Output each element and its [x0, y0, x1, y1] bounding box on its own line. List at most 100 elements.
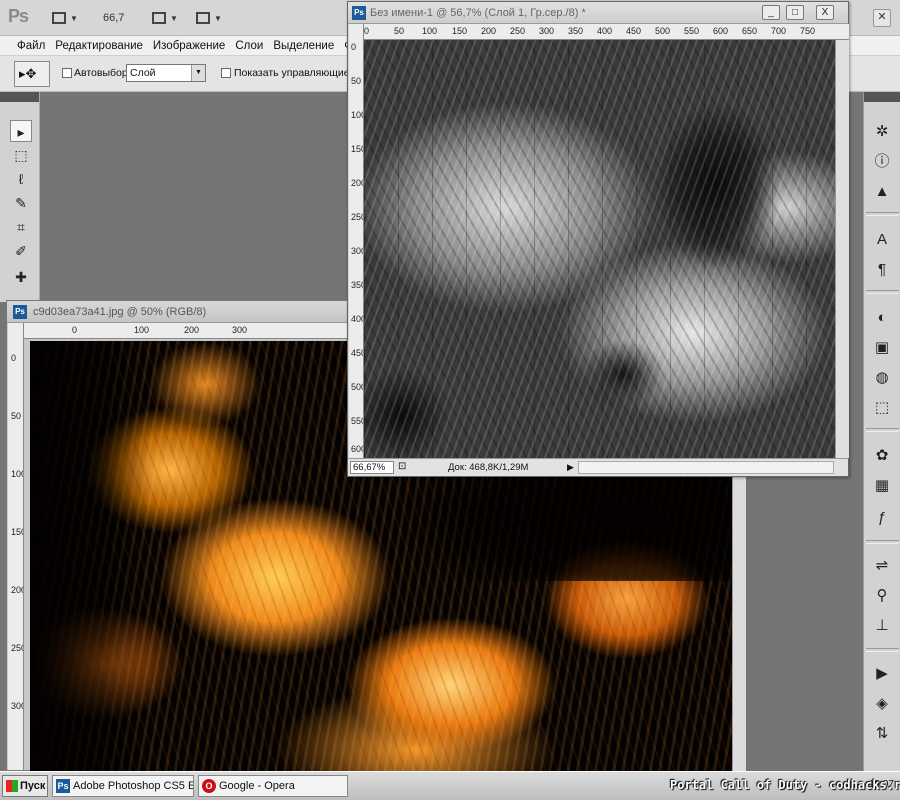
ruler-tick: 150: [452, 26, 468, 36]
smoke-document-titlebar[interactable]: Ps Без имени-1 @ 56,7% (Слой 1, Гр.сер./…: [348, 2, 848, 24]
taskbar-item-label: Google - Opera: [219, 780, 295, 792]
ruler-tick: 0: [72, 325, 78, 335]
ruler-tick: 0: [11, 353, 17, 363]
chevron-down-icon: ▼: [170, 13, 178, 23]
arrange-documents-button[interactable]: ▼: [152, 9, 178, 27]
photoshop-logo: Ps: [8, 6, 29, 26]
start-button[interactable]: Пуск: [2, 775, 48, 797]
ruler-tick: 100: [351, 110, 363, 120]
zoom-level[interactable]: 66,7: [103, 12, 124, 24]
vertical-scrollbar[interactable]: [835, 40, 849, 458]
info-icon[interactable]: ⊡: [398, 461, 406, 472]
opera-icon: O: [202, 779, 216, 793]
ruler-tick: 300: [351, 246, 363, 256]
move-tool[interactable]: ▸: [10, 120, 32, 142]
bridge-button[interactable]: ▼: [52, 9, 78, 27]
layer-styles-icon[interactable]: ƒ: [870, 506, 894, 530]
ruler-tick: 300: [539, 26, 555, 36]
crop-tool[interactable]: ⌗: [10, 216, 32, 238]
smoke-document-window[interactable]: Ps Без имени-1 @ 56,7% (Слой 1, Гр.сер./…: [347, 1, 849, 477]
ruler-tick: 250: [510, 26, 526, 36]
healing-brush-tool[interactable]: ✚: [10, 266, 32, 288]
ruler-tick: 450: [351, 348, 363, 358]
ruler-tick: 200: [351, 178, 363, 188]
tool-preset-picker[interactable]: ▸✥: [14, 61, 50, 87]
brushes-icon[interactable]: ◐: [870, 306, 894, 330]
clone-source-icon[interactable]: ▣: [870, 336, 894, 360]
history-icon[interactable]: ⇅: [870, 722, 894, 746]
ruler-tick: 400: [351, 314, 363, 324]
ruler-tick: 200: [184, 325, 200, 335]
eyedropper-tool[interactable]: ✐: [10, 240, 32, 262]
panel-separator: [866, 212, 899, 216]
adjustments-icon[interactable]: ◍: [870, 366, 894, 390]
maximize-button[interactable]: □: [786, 5, 804, 20]
menu-image[interactable]: Изображение: [148, 40, 230, 52]
taskbar-item-opera[interactable]: O Google - Opera: [198, 775, 348, 797]
chevron-down-icon: ▼: [191, 65, 205, 81]
screen-mode-button[interactable]: ▼: [196, 9, 222, 27]
ruler-tick: 100: [422, 26, 438, 36]
ruler-tick: 350: [568, 26, 584, 36]
layers-icon[interactable]: ◈: [870, 692, 894, 716]
smoke-image-canvas[interactable]: [364, 40, 835, 458]
ruler-tick: 100: [11, 469, 23, 479]
panel-header: [0, 92, 39, 102]
vertical-ruler[interactable]: 0 50 100 150 200 250 300 350 400 450 500…: [349, 24, 364, 458]
character-icon[interactable]: A: [870, 228, 894, 252]
ruler-tick: 400: [597, 26, 613, 36]
menu-file[interactable]: Файл: [12, 40, 50, 52]
menu-select[interactable]: Выделение: [268, 40, 339, 52]
paths-icon[interactable]: ⊥: [870, 614, 894, 638]
horizontal-scrollbar[interactable]: [578, 461, 834, 474]
ruler-tick: 250: [11, 643, 23, 653]
ruler-tick: 200: [481, 26, 497, 36]
chevron-down-icon: ▼: [70, 13, 78, 23]
menu-edit[interactable]: Редактирование: [50, 40, 148, 52]
lasso-tool[interactable]: ℓ: [10, 168, 32, 190]
horizontal-ruler[interactable]: 0 50 100 150 200 250 300 350 400 450 500…: [364, 24, 849, 40]
close-button[interactable]: X: [816, 5, 834, 20]
ruler-tick: 600: [713, 26, 729, 36]
navigator-icon[interactable]: ✲: [870, 120, 894, 144]
photoshop-icon: Ps: [56, 779, 70, 793]
marquee-tool[interactable]: ⬚: [10, 144, 32, 166]
paragraph-icon[interactable]: ¶: [870, 258, 894, 282]
minimize-button[interactable]: _: [762, 5, 780, 20]
vertical-ruler[interactable]: 0 50 100 150 200 250 300: [8, 323, 24, 770]
tools-panel: ▸ ⬚ ℓ ✎ ⌗ ✐ ✚: [0, 92, 40, 302]
fire-document-title: c9d03ea73a41.jpg @ 50% (RGB/8): [33, 306, 207, 318]
ruler-tick: 150: [11, 527, 23, 537]
right-panel-dock: ✲ ⓘ ▲ A ¶ ◐ ▣ ◍ ⬚ ✿ ▦ ƒ ⇌ ⚲ ⊥ ▶ ◈ ⇅: [863, 92, 900, 772]
status-bar: 66,67% ⊡ Док: 468,8K/1,29M ▶: [348, 458, 848, 476]
screen-mode-icon: [196, 12, 210, 24]
swatches-icon[interactable]: ▦: [870, 474, 894, 498]
ruler-tick: 50: [351, 76, 362, 86]
menu-layers[interactable]: Слои: [230, 40, 268, 52]
zoom-field[interactable]: 66,67%: [350, 461, 394, 474]
quick-select-tool[interactable]: ✎: [10, 192, 32, 214]
ruler-tick: 150: [351, 144, 363, 154]
show-controls-checkbox[interactable]: [221, 68, 231, 78]
play-icon[interactable]: ▶: [870, 662, 894, 686]
chevron-down-icon: ▼: [214, 13, 222, 23]
channels-icon[interactable]: ⚲: [870, 584, 894, 608]
autoselect-checkbox[interactable]: [62, 68, 72, 78]
ruler-tick: 750: [800, 26, 816, 36]
autoselect-dropdown[interactable]: Слой ▼: [126, 64, 206, 82]
styles-icon[interactable]: ✿: [870, 444, 894, 468]
info-icon[interactable]: ⓘ: [870, 150, 894, 174]
panel-separator: [866, 648, 899, 652]
ruler-tick: 50: [11, 411, 22, 421]
histogram-icon[interactable]: ▲: [870, 180, 894, 204]
ruler-tick: 0: [351, 42, 357, 52]
move-icon: ▸✥: [19, 66, 37, 81]
actions-icon[interactable]: ⇌: [870, 554, 894, 578]
taskbar-item-photoshop[interactable]: Ps Adobe Photoshop CS5 E...: [52, 775, 194, 797]
status-menu-arrow-icon[interactable]: ▶: [567, 462, 574, 473]
transform-icon[interactable]: ⬚: [870, 396, 894, 420]
ruler-tick: 300: [232, 325, 248, 335]
document-size-info: Док: 468,8K/1,29M: [448, 462, 529, 473]
app-close-button[interactable]: ✕: [873, 9, 891, 27]
ruler-tick: 350: [351, 280, 363, 290]
